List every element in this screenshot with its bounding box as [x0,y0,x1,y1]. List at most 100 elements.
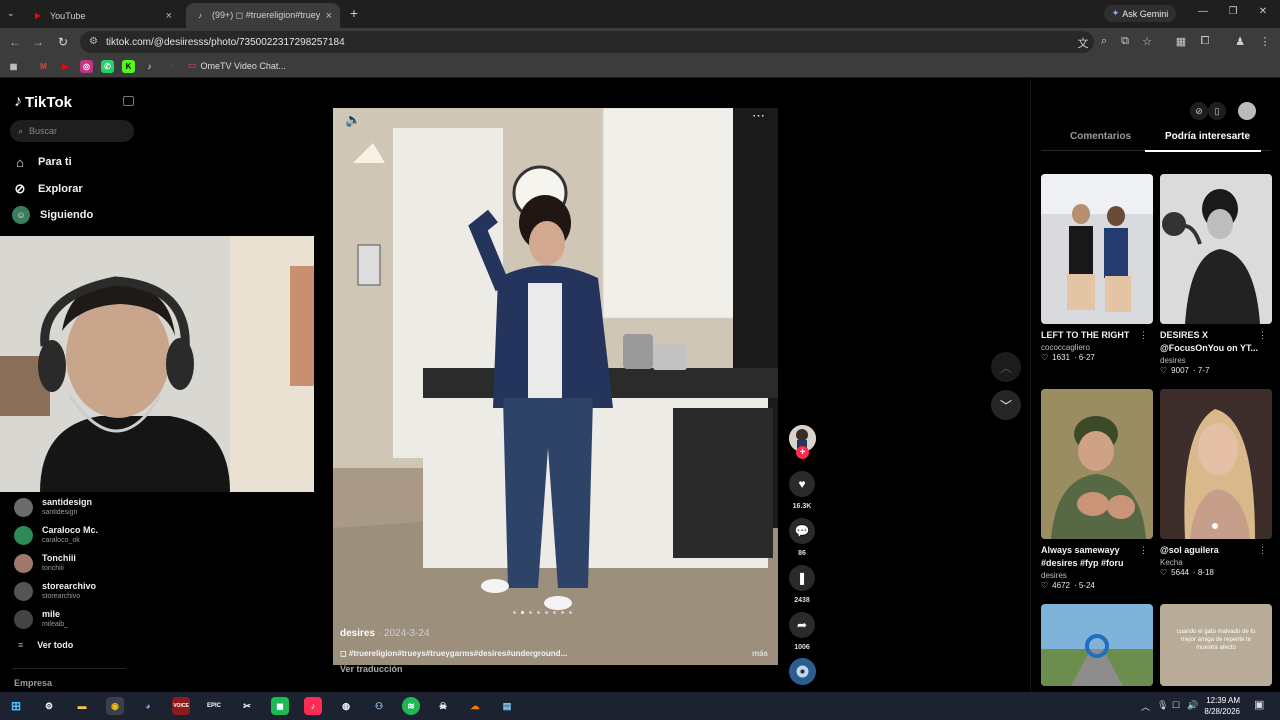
phone-icon[interactable]: ▯ [1208,102,1226,120]
restore-button[interactable]: ❐ [1223,6,1243,17]
translate-link[interactable]: Ver traducción [340,664,403,674]
tiktok-logo[interactable]: ♪ TikTok [14,93,72,111]
close-window-button[interactable]: ✕ [1253,6,1273,17]
tab-youtube[interactable]: ▶ YouTube × [24,3,180,28]
link-icon[interactable]: ◌ [165,60,178,73]
card-options-icon[interactable]: ⋮ [1139,330,1148,341]
card-user[interactable]: desires [1160,356,1272,365]
nav-siguiendo[interactable]: ☺ Siguiendo [12,206,93,224]
address-bar[interactable]: ⚙ tiktok.com/@desiiresss/photo/735002231… [80,31,1094,53]
tab-search-icon[interactable]: ⌄ [7,8,15,19]
share-action[interactable]: ➦ 1006 [789,612,815,651]
back-button[interactable]: ← [7,35,23,49]
spotify-icon[interactable]: ≋ [402,697,420,715]
post-author[interactable]: desires · 2024-3-24 [340,628,430,639]
extensions-puzzle-icon[interactable]: ⧠ [1198,35,1212,48]
music-disc-icon[interactable] [789,658,816,685]
voicemeeter-icon[interactable]: VOICE [172,697,190,715]
capcut-icon[interactable]: ✂ [238,697,256,715]
video-thumbnail[interactable] [1041,604,1153,686]
share-icon[interactable]: ➦ [789,612,815,638]
video-thumbnail[interactable]: cuando el gato malvado de tu mejor amiga… [1160,604,1272,686]
zoom-icon[interactable]: ⌕ [1097,35,1111,48]
minimize-button[interactable]: — [1193,6,1213,17]
next-post-button[interactable]: ﹀ [991,390,1021,420]
bookmark-icon[interactable]: ❚ [789,565,815,591]
previous-post-button[interactable]: ︿ [991,352,1021,382]
menu-icon[interactable]: ⋮ [1258,35,1272,48]
kick-icon[interactable]: K [122,60,135,73]
video-thumbnail[interactable] [1160,389,1272,539]
compass-small-icon[interactable]: ⊘ [1190,102,1208,120]
card-user[interactable]: cococcagliero [1041,343,1153,352]
app-green-icon[interactable]: ◼ [271,697,289,715]
chrome-icon[interactable]: ◉ [106,697,124,715]
whatsapp-icon[interactable]: ✆ [101,60,114,73]
forward-button[interactable]: → [30,35,46,49]
bookmark-ometv[interactable]: ▭ OmeTV Video Chat... [188,60,286,71]
gmail-icon[interactable]: M [37,60,50,73]
new-tab-button[interactable]: + [346,5,362,21]
tab-interest[interactable]: Podría interesarte [1165,131,1250,142]
search-input[interactable]: ⌕ Buscar [10,120,134,142]
like-action[interactable]: ♥ 16.3K [789,471,815,510]
volume-icon[interactable]: 🔈 [345,112,361,128]
close-icon[interactable]: × [166,10,172,22]
windows-start-icon[interactable]: ⊞ [7,697,25,715]
user-avatar[interactable] [1238,102,1256,120]
notepad-icon[interactable]: ▤ [498,697,516,715]
reload-button[interactable]: ↻ [55,35,71,49]
game-icon[interactable]: ☠ [434,697,452,715]
collapse-sidebar-icon[interactable] [123,96,134,106]
translate-icon[interactable]: 文 [1076,35,1090,51]
comment-icon[interactable]: 💬 [789,518,815,544]
see-all-button[interactable]: ≡ Ver todo [18,640,73,650]
following-item[interactable]: storearchivo storearchivo [14,581,96,601]
soundcloud-icon[interactable]: ☁ [466,697,484,715]
carousel-dot[interactable] [521,611,524,614]
file-explorer-icon[interactable]: ▬ [73,697,91,715]
card-options-icon[interactable]: ⋮ [1258,545,1267,556]
following-item[interactable]: Caraloco Mc. caraloco_ok [14,525,98,545]
extension-icon[interactable]: ▦ [1174,35,1188,48]
system-clock[interactable]: 12:39 AM 8/28/2026 [1200,695,1240,717]
carousel-dot[interactable] [529,611,532,614]
ask-gemini-button[interactable]: ✦ Ask Gemini [1104,5,1176,22]
discord-icon[interactable]: ◕ [139,697,157,715]
video-thumbnail[interactable] [1160,174,1272,324]
nav-para-ti[interactable]: ⌂ Para ti [12,154,72,170]
carousel-dot[interactable] [553,611,556,614]
following-item[interactable]: santidesign santidesign [14,497,92,517]
tab-tiktok[interactable]: ♪ (99+) ◻ #truereligion#trueys#t × [186,3,340,28]
network-icon[interactable]: ☐ [1172,700,1180,711]
heart-icon[interactable]: ♥ [789,471,815,497]
tiktok-bookmark-icon[interactable]: ♪ [143,60,156,73]
following-item[interactable]: mile mileaib_ [14,609,68,629]
apps-icon[interactable]: ▦ [7,60,20,73]
carousel-dot[interactable] [537,611,540,614]
notifications-icon[interactable]: ▣ [1254,698,1264,711]
tiktok-app-icon[interactable]: ♪ [304,697,322,715]
video-card[interactable]: ⋮ Always samewayy #desires #fyp #foru de… [1041,389,1153,590]
instagram-icon[interactable]: ◎ [80,60,93,73]
card-user[interactable]: Kecha [1160,558,1272,567]
profile-icon[interactable]: ♟ [1233,35,1247,48]
following-item[interactable]: Tonchiii tonchiii [14,553,76,573]
save-action[interactable]: ❚ 2438 [789,565,815,604]
bookmark-star-icon[interactable]: ☆ [1140,35,1154,48]
video-card[interactable] [1041,604,1153,686]
video-card[interactable]: ⋮ @sol aguilera Kecha ♡ 5644 · 8-18 [1160,389,1272,577]
post-photo[interactable]: 🔈 ⋯ desires · 2024-3-24 ◻ #truereligion#… [333,108,778,665]
site-info-icon[interactable]: ⚙ [89,36,98,47]
tray-chevron-icon[interactable]: ︿ [1141,700,1150,713]
card-options-icon[interactable]: ⋮ [1139,545,1148,556]
card-user[interactable]: desires [1041,571,1153,580]
settings-icon[interactable]: ⚙ [40,697,58,715]
video-thumbnail[interactable] [1041,174,1153,324]
carousel-dot[interactable] [513,611,516,614]
video-card[interactable]: ⋮ DESIRES X @FocusOnYou on YT... desires… [1160,174,1272,375]
video-thumbnail[interactable] [1041,389,1153,539]
obs-icon[interactable]: ◍ [337,697,355,715]
nav-explorar[interactable]: ⊘ Explorar [12,181,83,197]
carousel-dot[interactable] [569,611,572,614]
